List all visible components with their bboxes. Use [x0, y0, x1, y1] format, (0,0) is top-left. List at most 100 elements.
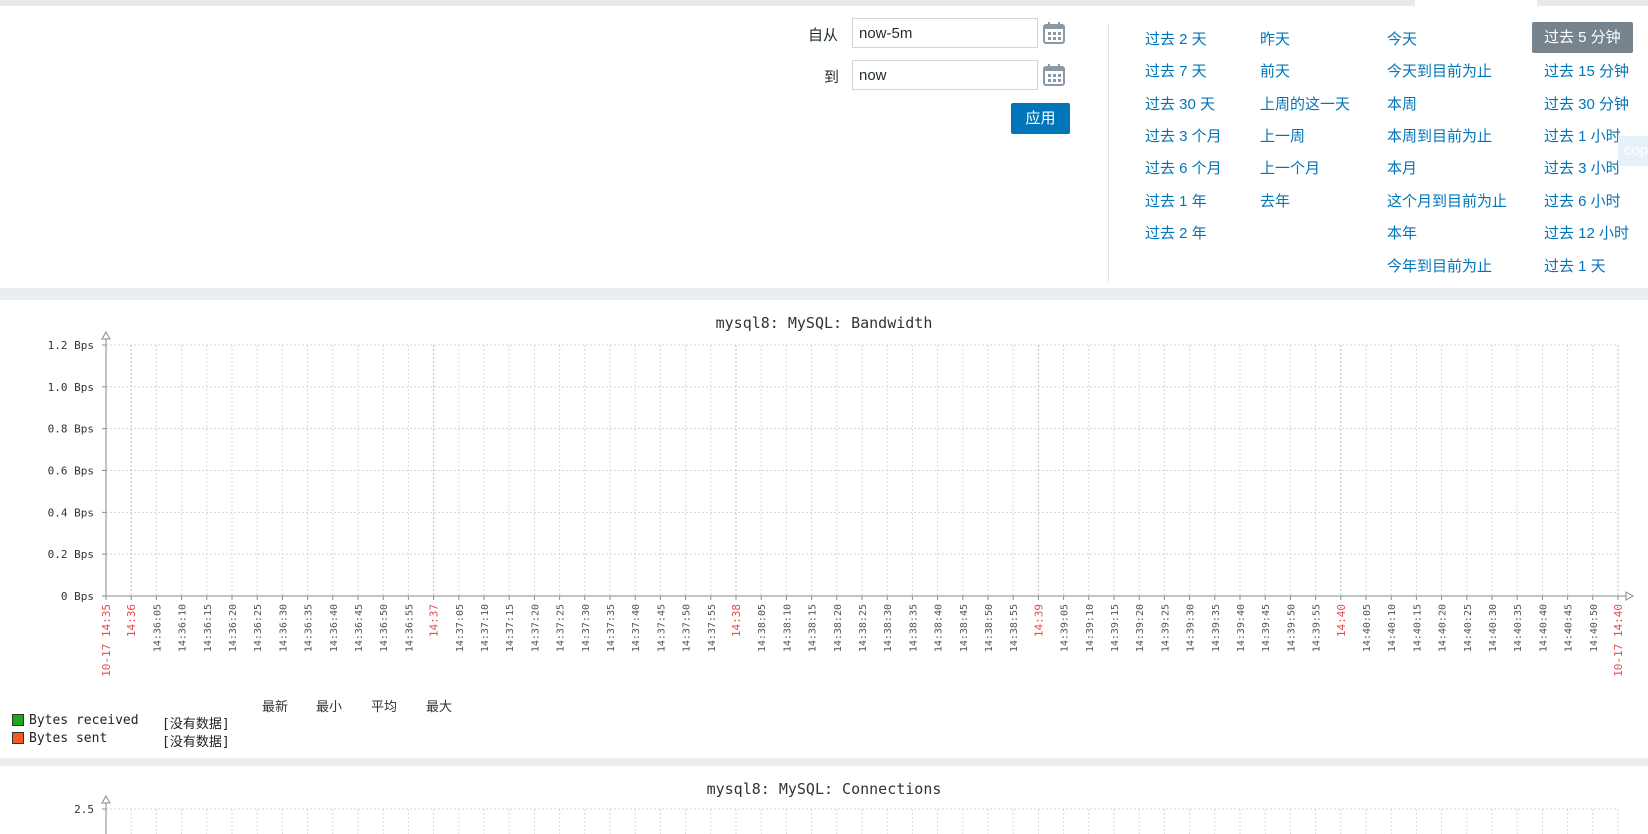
x-tick-label: 14:38:05	[757, 604, 768, 652]
x-tick-label: 14:36:35	[304, 604, 315, 652]
x-tick-label: 14:39:50	[1286, 604, 1297, 652]
x-tick-label: 14:36:45	[354, 604, 365, 652]
calendar-icon[interactable]	[1041, 62, 1067, 88]
x-tick-label: 14:39:45	[1261, 604, 1272, 652]
filter-divider	[1108, 24, 1109, 282]
quick-range-link[interactable]: 去年	[1260, 190, 1290, 211]
quick-range-link[interactable]: 过去 2 年	[1145, 222, 1207, 243]
x-tick-label: 14:36:30	[278, 604, 289, 652]
legend-item: Bytes received [没有数据]	[12, 713, 230, 732]
quick-range-link[interactable]: 过去 6 个月	[1145, 157, 1222, 178]
x-tick-label: 14:39:35	[1211, 604, 1222, 652]
x-tick-label: 14:37:50	[682, 604, 693, 652]
quick-range-link[interactable]: 过去 30 天	[1145, 93, 1215, 114]
quick-range-link[interactable]: 过去 12 小时	[1544, 222, 1629, 243]
quick-range-link[interactable]: 上一个月	[1260, 157, 1320, 178]
quick-range-link[interactable]: 过去 7 天	[1145, 60, 1207, 81]
y-tick-label: 0 Bps	[61, 590, 94, 603]
quick-range-link[interactable]: 上一周	[1260, 125, 1305, 146]
legend-header-avg: 平均	[371, 700, 398, 715]
x-tick-label: 14:36:25	[253, 604, 264, 652]
x-tick-label: 14:36:10	[178, 604, 189, 652]
x-tick-label: 14:38:30	[883, 604, 894, 652]
x-tick-label: 14:38:45	[959, 604, 970, 652]
y-tick-label: 0.2 Bps	[48, 548, 94, 561]
quick-range-link[interactable]: 本周	[1387, 93, 1417, 114]
y-tick-label: 1.0 Bps	[48, 381, 94, 394]
x-tick-label: 14:40:50	[1589, 604, 1600, 652]
legend-name: Bytes sent	[29, 731, 108, 746]
x-tick-label: 14:36:05	[152, 604, 163, 652]
x-tick-label: 14:40:30	[1488, 604, 1499, 652]
legend-swatch	[12, 732, 24, 744]
x-tick-label: 14:37:05	[455, 604, 466, 652]
x-tick-label: 14:40:35	[1513, 604, 1524, 652]
x-tick-label: 14:40:45	[1564, 604, 1575, 652]
quick-range-link[interactable]: 这个月到目前为止	[1387, 190, 1507, 211]
x-tick-label: 14:36	[125, 604, 138, 637]
x-tick-label: 14:36:20	[228, 604, 239, 652]
connections-chart: 2.5	[74, 794, 1619, 834]
bandwidth-chart: 0 Bps 0.2 Bps 0.4 Bps 0.6 Bps 0.8 Bps 1.0 Bps…	[48, 330, 1635, 677]
time-filter-panel: 自从 到 应用 过去 2 天过去 7 天过去 30 天过去 3 个月过去 6 个…	[0, 6, 1648, 288]
x-tick-label: 14:37:45	[656, 604, 667, 652]
x-tick-label: 14:37:10	[480, 604, 491, 652]
quick-range-link[interactable]: 过去 1 年	[1145, 190, 1207, 211]
y-tick-label: 0.8 Bps	[48, 423, 94, 436]
x-tick-label: 14:38:25	[858, 604, 869, 652]
quick-range-link[interactable]: 今天到目前为止	[1387, 60, 1492, 81]
x-tick-label: 14:40:05	[1362, 604, 1373, 652]
quick-range-link[interactable]: 今天	[1387, 28, 1417, 49]
quick-range-link[interactable]: 过去 1 天	[1544, 255, 1606, 276]
x-tick-label: 14:38:20	[833, 604, 844, 652]
quick-range-link[interactable]: 昨天	[1260, 28, 1290, 49]
x-tick-label: 14:37:55	[707, 604, 718, 652]
x-tick-label: 14:36:15	[203, 604, 214, 652]
quick-range-link[interactable]: 本年	[1387, 222, 1417, 243]
x-tick-label: 14:38:15	[808, 604, 819, 652]
y-tick-label: 2.5	[74, 803, 94, 816]
x-tick-label: 14:38:55	[1009, 604, 1020, 652]
x-tick-label: 14:39:55	[1312, 604, 1323, 652]
quick-range-link[interactable]: 过去 15 分钟	[1544, 60, 1629, 81]
y-axis-arrow	[101, 794, 111, 804]
x-tick-label: 14:39:25	[1160, 604, 1171, 652]
y-tick-label: 0.6 Bps	[48, 465, 94, 478]
apply-button[interactable]: 应用	[1011, 103, 1070, 134]
x-tick-label: 14:39:40	[1236, 604, 1247, 652]
x-tick-label: 14:40:40	[1538, 604, 1549, 652]
calendar-icon[interactable]	[1041, 20, 1067, 46]
x-tick-label: 14:39:15	[1110, 604, 1121, 652]
x-tick-label: 14:39:20	[1135, 604, 1146, 652]
quick-range-link[interactable]: 过去 6 小时	[1544, 190, 1621, 211]
quick-range-link[interactable]: 本月	[1387, 157, 1417, 178]
x-tick-label: 14:36:40	[329, 604, 340, 652]
quick-range-link[interactable]: 过去 3 小时	[1544, 157, 1621, 178]
quick-range-link[interactable]: 过去 3 个月	[1145, 125, 1222, 146]
quick-range-link[interactable]: 过去 30 分钟	[1544, 93, 1629, 114]
x-tick-label: 14:37:40	[631, 604, 642, 652]
to-input[interactable]	[852, 60, 1038, 90]
x-tick-label: 14:37:15	[505, 604, 516, 652]
copy-badge[interactable]: cop	[1618, 136, 1648, 166]
quick-range-link[interactable]: 前天	[1260, 60, 1290, 81]
legend-item: Bytes sent [没有数据]	[12, 731, 230, 750]
x-axis-arrow	[1625, 591, 1635, 601]
x-tick-label: 14:39:05	[1060, 604, 1071, 652]
x-tick-label: 14:40:15	[1412, 604, 1423, 652]
quick-range-link[interactable]: 上周的这一天	[1260, 93, 1350, 114]
legend-header-min: 最小	[316, 700, 343, 715]
quick-range-link-selected[interactable]: 过去 5 分钟	[1532, 22, 1633, 53]
x-tick-label: 14:37:30	[581, 604, 592, 652]
quick-range-link[interactable]: 今年到目前为止	[1387, 255, 1492, 276]
x-tick-label: 10-17 14:35	[100, 604, 113, 677]
legend-value: [没有数据]	[162, 735, 230, 750]
x-tick-label: 14:38:40	[934, 604, 945, 652]
quick-range-link[interactable]: 过去 2 天	[1145, 28, 1207, 49]
x-tick-label: 14:39	[1032, 604, 1045, 637]
bandwidth-graph-panel: mysql8: MySQL: Bandwidth 0 Bps 0.2 Bps 0.4…	[0, 300, 1648, 758]
quick-range-link[interactable]: 过去 1 小时	[1544, 125, 1621, 146]
from-input[interactable]	[852, 18, 1038, 48]
y-tick-label: 1.2 Bps	[48, 339, 94, 352]
quick-range-link[interactable]: 本周到目前为止	[1387, 125, 1492, 146]
